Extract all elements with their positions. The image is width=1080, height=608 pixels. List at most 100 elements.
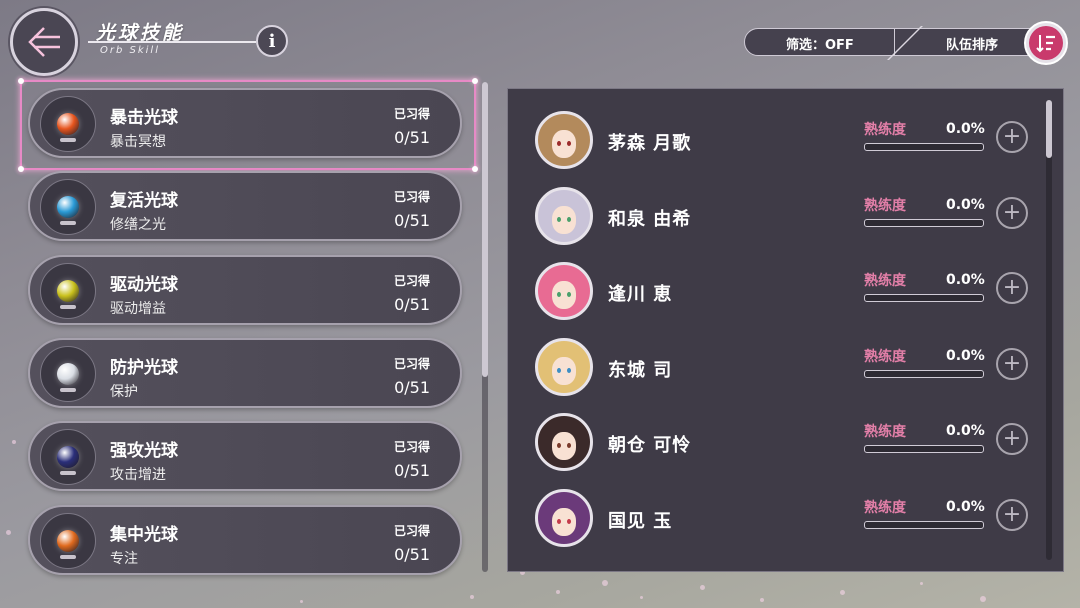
orb-learned-label: 已习得 bbox=[393, 440, 430, 455]
sort-icon bbox=[1036, 35, 1055, 53]
sort-label: 队伍排序 bbox=[946, 38, 999, 53]
plus-icon: + bbox=[1002, 275, 1022, 300]
orb-learned-label: 已习得 bbox=[393, 356, 430, 371]
orb-ball bbox=[57, 529, 79, 552]
character-row[interactable]: 茅森 月歌 熟练度 0.0% + bbox=[532, 111, 1032, 173]
orb-ball bbox=[57, 279, 79, 302]
proficiency-bar bbox=[864, 520, 984, 529]
orb-ball bbox=[57, 196, 79, 219]
proficiency-bar bbox=[864, 369, 984, 378]
add-proficiency-button[interactable]: + bbox=[996, 121, 1028, 153]
proficiency-value: 0.0% bbox=[946, 498, 985, 515]
orb-learned-label: 已习得 bbox=[393, 190, 430, 205]
orb-stand bbox=[60, 471, 76, 476]
proficiency-value: 0.0% bbox=[946, 347, 985, 364]
info-button[interactable]: i bbox=[256, 25, 288, 57]
orb-learned-label: 已习得 bbox=[393, 523, 430, 538]
orb-learned-count: 0/51 bbox=[394, 377, 430, 397]
orb-name: 复活光球 bbox=[110, 191, 178, 212]
character-name: 茅森 月歌 bbox=[608, 133, 692, 154]
avatar-eye bbox=[567, 216, 571, 222]
proficiency-label: 熟练度 bbox=[864, 348, 906, 365]
avatar-eye bbox=[567, 141, 571, 146]
orb-skill-name: 保护 bbox=[110, 383, 138, 400]
orb-icon bbox=[40, 429, 96, 486]
avatar-eye bbox=[557, 292, 561, 297]
orb-learned-count: 0/51 bbox=[394, 211, 430, 231]
add-proficiency-button[interactable]: + bbox=[996, 498, 1028, 531]
orb-card[interactable]: 集中光球 专注 已习得 0/51 bbox=[28, 504, 462, 575]
orb-card[interactable]: 暴击光球 暴击冥想 已习得 0/51 bbox=[28, 88, 462, 158]
avatar-eye bbox=[557, 518, 561, 524]
orb-learned-count: 0/51 bbox=[394, 294, 430, 314]
plus-icon: + bbox=[1002, 124, 1022, 149]
filter-sort-bar: 筛选：OFF 队伍排序 bbox=[744, 26, 1044, 60]
proficiency-label: 熟练度 bbox=[864, 424, 906, 440]
character-name: 逢川 恵 bbox=[608, 284, 673, 305]
back-arrow-icon bbox=[28, 27, 60, 57]
orb-icon bbox=[40, 345, 96, 402]
proficiency-label: 熟练度 bbox=[864, 273, 906, 289]
orb-stand bbox=[60, 387, 76, 392]
character-row[interactable]: 逢川 恵 熟练度 0.0% + bbox=[532, 262, 1032, 324]
orb-card[interactable]: 防护光球 保护 已习得 0/51 bbox=[28, 337, 462, 408]
avatar-face bbox=[552, 507, 576, 536]
character-list-scrollbar[interactable] bbox=[1046, 100, 1052, 560]
orb-stand bbox=[60, 138, 76, 142]
avatar-eye bbox=[557, 216, 561, 222]
proficiency-value: 0.0% bbox=[946, 272, 985, 288]
character-row[interactable]: 国见 玉 熟练度 0.0% + bbox=[532, 488, 1032, 551]
proficiency-value: 0.0% bbox=[946, 423, 985, 439]
orb-icon bbox=[40, 179, 96, 236]
character-list-scroll-thumb[interactable] bbox=[1046, 100, 1052, 158]
character-avatar bbox=[535, 262, 593, 320]
orb-list-scroll-thumb[interactable] bbox=[482, 82, 488, 377]
proficiency-label: 熟练度 bbox=[864, 122, 906, 138]
back-button[interactable] bbox=[10, 8, 78, 76]
character-row[interactable]: 朝仓 可怜 熟练度 0.0% + bbox=[532, 413, 1032, 475]
character-name: 和泉 由希 bbox=[608, 208, 692, 230]
orb-learned-count: 0/51 bbox=[394, 128, 430, 147]
orb-card[interactable]: 驱动光球 驱动增益 已习得 0/51 bbox=[28, 254, 462, 325]
orb-skill-name: 暴击冥想 bbox=[110, 134, 166, 150]
proficiency-bar bbox=[864, 445, 984, 453]
orb-ball bbox=[57, 362, 79, 385]
sort-toggle-button[interactable] bbox=[1024, 21, 1068, 65]
plus-icon: + bbox=[1002, 426, 1022, 451]
avatar-eye bbox=[567, 518, 571, 524]
orb-learned-count: 0/51 bbox=[394, 461, 430, 481]
character-name: 东城 司 bbox=[608, 359, 673, 381]
avatar-face bbox=[552, 130, 576, 158]
proficiency-bar bbox=[864, 143, 984, 151]
proficiency-label: 熟练度 bbox=[864, 499, 906, 516]
character-avatar bbox=[535, 413, 593, 471]
add-proficiency-button[interactable]: + bbox=[996, 196, 1028, 229]
orb-learned-label: 已习得 bbox=[393, 107, 430, 121]
orb-card[interactable]: 复活光球 修缮之光 已习得 0/51 bbox=[28, 171, 462, 242]
character-row[interactable]: 和泉 由希 熟练度 0.0% + bbox=[532, 186, 1032, 249]
orb-card[interactable]: 强攻光球 攻击增进 已习得 0/51 bbox=[28, 421, 462, 492]
avatar-face bbox=[552, 432, 576, 460]
add-proficiency-button[interactable]: + bbox=[996, 347, 1028, 380]
orb-stand bbox=[60, 554, 76, 559]
orb-icon bbox=[40, 512, 96, 569]
character-avatar bbox=[535, 337, 593, 396]
orb-name: 防护光球 bbox=[110, 357, 178, 378]
orb-icon bbox=[40, 262, 96, 319]
orb-learned-label: 已习得 bbox=[393, 273, 430, 288]
orb-ball bbox=[57, 113, 79, 135]
character-row[interactable]: 东城 司 熟练度 0.0% + bbox=[532, 337, 1032, 400]
add-proficiency-button[interactable]: + bbox=[996, 423, 1028, 455]
orb-skill-name: 修缮之光 bbox=[110, 217, 166, 234]
avatar-eye bbox=[567, 443, 571, 448]
proficiency-bar bbox=[864, 294, 984, 302]
plus-icon: + bbox=[1002, 350, 1022, 376]
orb-skill-name: 专注 bbox=[110, 550, 138, 567]
orb-learned-count: 0/51 bbox=[394, 544, 430, 564]
character-name: 朝仓 可怜 bbox=[608, 435, 692, 456]
orb-stand bbox=[60, 221, 76, 226]
add-proficiency-button[interactable]: + bbox=[996, 272, 1028, 304]
character-avatar bbox=[535, 111, 593, 169]
orb-name: 强攻光球 bbox=[110, 441, 178, 462]
character-name: 国见 玉 bbox=[608, 510, 673, 532]
